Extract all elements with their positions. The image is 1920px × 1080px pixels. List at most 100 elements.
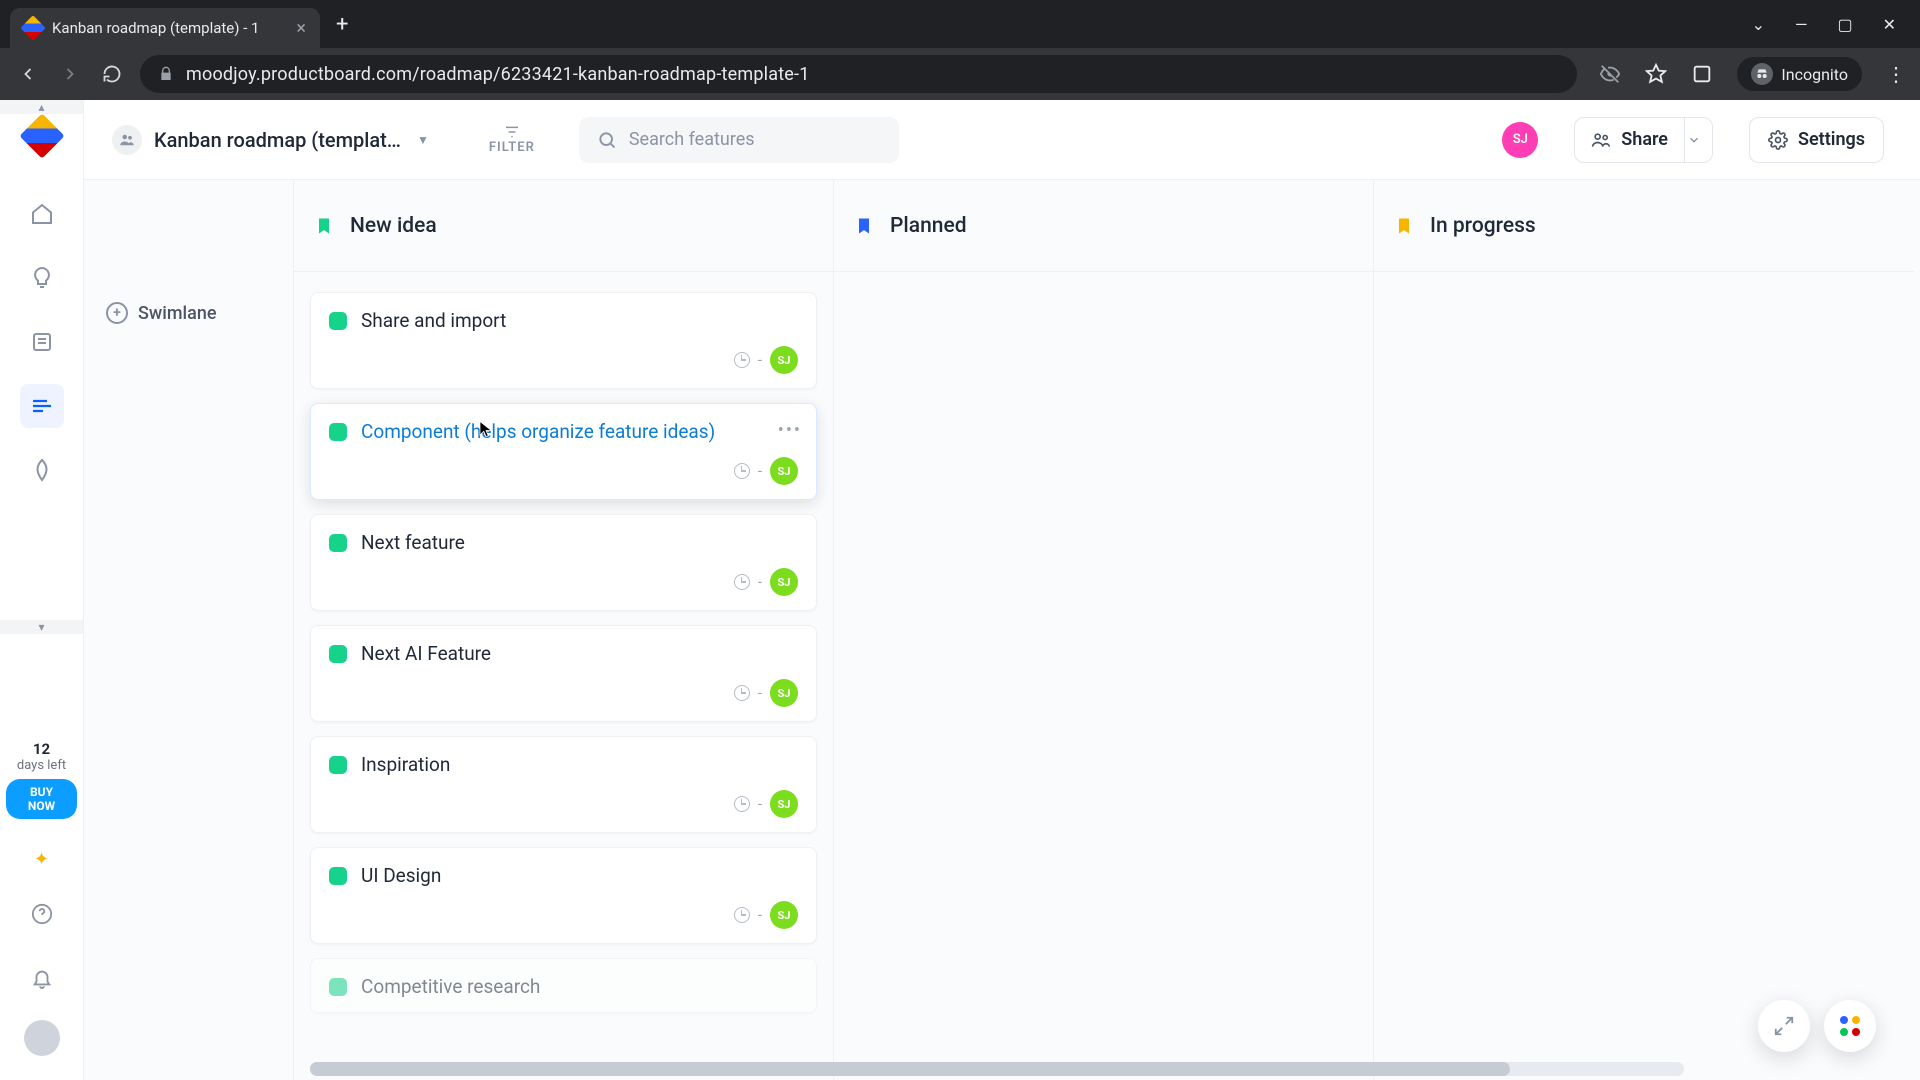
kanban-card[interactable]: Next feature -SJ <box>310 514 817 611</box>
apps-fab[interactable] <box>1824 1000 1876 1052</box>
buy-now-button[interactable]: BUY NOW <box>6 779 77 819</box>
card-date: - <box>758 462 762 480</box>
more-icon[interactable]: ••• <box>778 420 802 441</box>
incognito-label: Incognito <box>1781 65 1848 84</box>
status-dot-icon <box>329 756 347 774</box>
sparkle-icon[interactable]: ✦ <box>34 849 49 870</box>
filter-label: FILTER <box>489 140 535 155</box>
features-icon[interactable] <box>20 320 64 364</box>
column-header[interactable]: In progress <box>1374 180 1914 272</box>
scrollbar-thumb[interactable] <box>310 1062 1510 1076</box>
status-dot-icon <box>329 978 347 996</box>
extensions-icon[interactable] <box>1691 63 1713 85</box>
kanban-card[interactable]: UI Design -SJ <box>310 847 817 944</box>
productboard-logo-icon[interactable] <box>19 113 64 158</box>
share-button[interactable]: Share <box>1574 117 1685 163</box>
gear-icon <box>1768 130 1788 150</box>
assignee-avatar[interactable]: SJ <box>770 457 798 485</box>
kanban-card[interactable]: Next AI Feature -SJ <box>310 625 817 722</box>
browser-toolbar: moodjoy.productboard.com/roadmap/6233421… <box>0 48 1920 100</box>
maximize-icon[interactable]: ▢ <box>1837 15 1852 34</box>
status-dot-icon <box>329 312 347 330</box>
column-header[interactable]: Planned <box>834 180 1373 272</box>
minimize-icon[interactable]: — <box>1795 15 1808 34</box>
share-dropdown-button[interactable] <box>1675 117 1713 163</box>
assignee-avatar[interactable]: SJ <box>770 901 798 929</box>
card-date: - <box>758 684 762 702</box>
bookmark-icon <box>1394 214 1414 238</box>
sidebar-scroll-down[interactable]: ▾ <box>0 620 83 634</box>
card-date: - <box>758 795 762 813</box>
clock-icon <box>734 574 750 590</box>
url-text: moodjoy.productboard.com/roadmap/6233421… <box>186 64 810 85</box>
objectives-icon[interactable] <box>20 448 64 492</box>
insights-icon[interactable] <box>20 256 64 300</box>
kanban-card[interactable]: Inspiration -SJ <box>310 736 817 833</box>
browser-tab[interactable]: Kanban roadmap (template) - 1 × <box>10 8 320 48</box>
card-date: - <box>758 573 762 591</box>
people-icon <box>112 125 142 155</box>
kanban-card[interactable]: Share and import -SJ <box>310 292 817 389</box>
close-window-icon[interactable]: ✕ <box>1883 15 1896 34</box>
forward-button[interactable] <box>56 60 84 88</box>
kanban-card[interactable]: Competitive research <box>310 958 817 1013</box>
search-box[interactable] <box>579 117 899 163</box>
kanban-card[interactable]: ••• Component (helps organize feature id… <box>310 403 817 500</box>
chevron-down-icon: ▼ <box>417 133 429 147</box>
horizontal-scrollbar[interactable] <box>310 1062 1684 1076</box>
tab-dropdown-icon[interactable]: ⌄ <box>1752 15 1765 34</box>
trial-status: 12 days left BUY NOW <box>0 732 83 827</box>
sidebar-scroll-up[interactable]: ▴ <box>0 100 83 114</box>
card-date: - <box>758 351 762 369</box>
incognito-icon <box>1751 63 1773 85</box>
help-icon[interactable] <box>20 892 64 936</box>
bookmark-icon <box>854 214 874 238</box>
eye-off-icon[interactable] <box>1599 63 1621 85</box>
app-topbar: Kanban roadmap (templat… ▼ FILTER SJ <box>84 100 1920 180</box>
user-avatar[interactable] <box>24 1020 60 1056</box>
home-icon[interactable] <box>20 192 64 236</box>
card-date: - <box>758 906 762 924</box>
browser-tab-strip: Kanban roadmap (template) - 1 × + ⌄ — ▢ … <box>0 0 1920 48</box>
search-input[interactable] <box>629 129 881 150</box>
workspace-selector[interactable]: Kanban roadmap (templat… ▼ <box>112 125 429 155</box>
card-title: Next feature <box>361 531 465 554</box>
add-swimlane-button[interactable]: + Swimlane <box>84 302 293 324</box>
status-dot-icon <box>329 423 347 441</box>
card-title: Component (helps organize feature ideas) <box>361 420 715 443</box>
trial-days: 12 <box>6 740 77 758</box>
apps-grid-icon <box>1840 1016 1860 1036</box>
expand-fab[interactable] <box>1758 1000 1810 1052</box>
bookmark-star-icon[interactable] <box>1645 63 1667 85</box>
filter-button[interactable]: FILTER <box>489 124 535 155</box>
settings-button[interactable]: Settings <box>1749 117 1884 163</box>
assignee-avatar[interactable]: SJ <box>770 790 798 818</box>
address-bar[interactable]: moodjoy.productboard.com/roadmap/6233421… <box>140 55 1577 93</box>
trial-text: days left <box>6 758 77 773</box>
new-tab-button[interactable]: + <box>336 12 348 37</box>
clock-icon <box>734 352 750 368</box>
column-title: New idea <box>350 214 437 238</box>
card-title: Share and import <box>361 309 506 332</box>
status-dot-icon <box>329 534 347 552</box>
assignee-avatar[interactable]: SJ <box>770 568 798 596</box>
status-dot-icon <box>329 867 347 885</box>
close-tab-icon[interactable]: × <box>296 18 306 39</box>
column-header[interactable]: New idea <box>294 180 833 272</box>
current-user-avatar[interactable]: SJ <box>1502 122 1538 158</box>
card-title: Next AI Feature <box>361 642 491 665</box>
notifications-icon[interactable] <box>20 956 64 1000</box>
swimlane-column: + Swimlane <box>84 180 294 1080</box>
roadmap-icon[interactable] <box>20 384 64 428</box>
incognito-chip[interactable]: Incognito <box>1737 57 1862 91</box>
card-title: Competitive research <box>361 975 540 998</box>
clock-icon <box>734 685 750 701</box>
reload-button[interactable] <box>98 60 126 88</box>
kebab-menu-icon[interactable]: ⋮ <box>1886 62 1906 86</box>
back-button[interactable] <box>14 60 42 88</box>
settings-label: Settings <box>1798 129 1865 150</box>
kanban-board: + Swimlane New idea Share and import <box>84 180 1920 1080</box>
favicon-icon <box>20 15 45 40</box>
assignee-avatar[interactable]: SJ <box>770 679 798 707</box>
assignee-avatar[interactable]: SJ <box>770 346 798 374</box>
